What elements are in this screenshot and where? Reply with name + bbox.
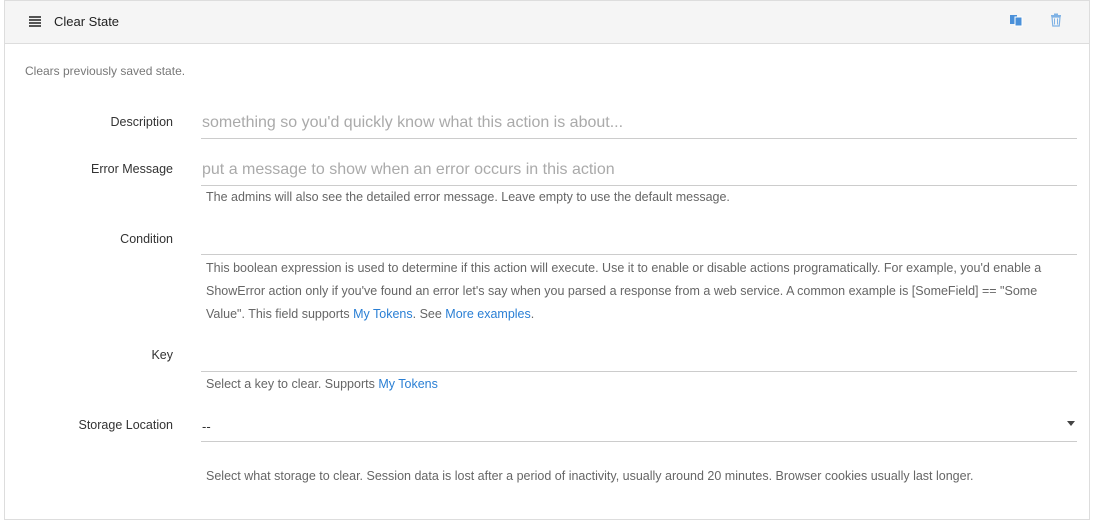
panel-title: Clear State — [54, 14, 120, 29]
my-tokens-link[interactable]: My Tokens — [353, 307, 413, 321]
key-label: Key — [151, 348, 173, 362]
action-description-text: Clears previously saved state. — [25, 64, 186, 78]
condition-input[interactable] — [201, 223, 1077, 255]
storage-location-help: Select what storage to clear. Session da… — [206, 469, 974, 483]
storage-location-value: -- — [202, 419, 211, 434]
drag-handle-icon[interactable] — [29, 16, 41, 27]
key-my-tokens-link[interactable]: My Tokens — [378, 377, 438, 391]
description-label: Description — [110, 115, 173, 129]
chevron-down-icon — [1067, 421, 1075, 426]
storage-location-label: Storage Location — [78, 418, 173, 432]
panel-header: Clear State — [5, 1, 1089, 44]
storage-location-select[interactable]: -- — [201, 411, 1077, 442]
description-input[interactable] — [201, 107, 1077, 139]
action-panel: Clear State Clears previously saved stat… — [4, 0, 1090, 520]
condition-label: Condition — [120, 232, 173, 246]
more-examples-link[interactable]: More examples — [445, 307, 530, 321]
error-message-label: Error Message — [91, 162, 173, 176]
error-message-help: The admins will also see the detailed er… — [206, 190, 730, 204]
key-input[interactable] — [201, 340, 1077, 372]
key-help: Select a key to clear. Supports My Token… — [206, 377, 438, 391]
copy-icon[interactable] — [1008, 12, 1024, 28]
error-message-input[interactable] — [201, 154, 1077, 186]
condition-help: This boolean expression is used to deter… — [206, 261, 1042, 321]
trash-icon[interactable] — [1048, 12, 1064, 28]
